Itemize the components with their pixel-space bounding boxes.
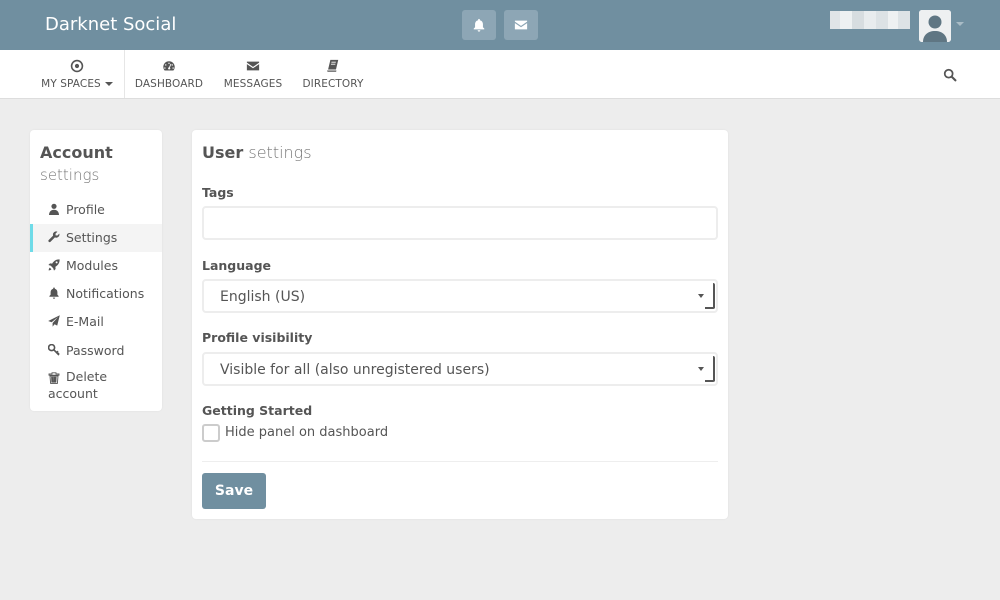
tags-input[interactable] xyxy=(202,206,718,240)
nav-messages-label: MESSAGES xyxy=(223,78,283,90)
nav-bar: MY SPACES DASHBOARD MESSAGES DIRECTORY xyxy=(0,50,1000,99)
avatar[interactable] xyxy=(919,10,951,42)
page-title: User settings xyxy=(202,143,312,162)
top-bar: Darknet Social xyxy=(0,0,1000,50)
sidebar-item-settings[interactable]: Settings xyxy=(30,224,162,252)
bell-icon xyxy=(473,18,485,32)
messages-button[interactable] xyxy=(504,10,538,40)
default-user-icon xyxy=(919,10,951,42)
nav-messages[interactable]: MESSAGES xyxy=(222,50,284,98)
username-blurred[interactable] xyxy=(830,11,910,29)
select-handle xyxy=(705,356,715,382)
save-button[interactable]: Save xyxy=(202,473,266,509)
sidebar-item-password[interactable]: Password xyxy=(30,337,162,365)
paper-plane-icon xyxy=(48,315,60,327)
language-label: Language xyxy=(202,258,272,273)
sidebar-item-label: Password xyxy=(66,343,125,358)
nav-divider xyxy=(124,50,125,98)
profile-visibility-select[interactable]: Visible for all (also unregistered users… xyxy=(202,352,718,386)
search-icon[interactable] xyxy=(943,67,957,82)
nav-my-spaces-label: MY SPACES xyxy=(41,78,101,90)
sidebar-item-email[interactable]: E-Mail xyxy=(30,308,162,336)
page-title-bold: User xyxy=(202,143,244,162)
envelope-icon xyxy=(514,20,528,30)
user-settings-panel: User settings Tags Language English (US)… xyxy=(192,130,728,519)
sidebar-item-modules[interactable]: Modules xyxy=(30,252,162,280)
sidebar-item-label: Profile xyxy=(66,202,105,217)
sidebar-item-delete-account[interactable]: Delete account xyxy=(30,365,162,407)
select-handle xyxy=(705,283,715,309)
sidebar-item-label: E-Mail xyxy=(66,314,104,329)
sidebar-item-label: Settings xyxy=(66,230,118,245)
notifications-button[interactable] xyxy=(462,10,496,40)
nav-directory[interactable]: DIRECTORY xyxy=(300,50,366,98)
sidebar-item-profile[interactable]: Profile xyxy=(30,196,162,224)
account-settings-panel: Account settings Profile Settings Module… xyxy=(30,130,162,411)
key-icon xyxy=(47,343,60,356)
hide-panel-checkbox[interactable] xyxy=(202,424,220,442)
nav-my-spaces[interactable]: MY SPACES xyxy=(34,50,120,98)
nav-dashboard[interactable]: DASHBOARD xyxy=(134,50,204,98)
page-title-light: settings xyxy=(248,143,312,162)
profile-visibility-value: Visible for all (also unregistered users… xyxy=(220,362,490,378)
brand-title[interactable]: Darknet Social xyxy=(45,14,176,35)
sidebar-item-label: Modules xyxy=(66,258,118,273)
user-icon xyxy=(48,203,60,215)
sidebar-item-label: Delete account xyxy=(48,369,108,401)
hide-panel-label[interactable]: Hide panel on dashboard xyxy=(225,425,388,440)
envelope-icon xyxy=(246,58,260,72)
wrench-icon xyxy=(48,231,60,243)
sidebar-item-notifications[interactable]: Notifications xyxy=(30,280,162,308)
nav-dashboard-label: DASHBOARD xyxy=(134,78,204,90)
book-icon xyxy=(326,58,340,72)
nav-directory-label: DIRECTORY xyxy=(302,78,364,90)
chevron-down-icon xyxy=(104,82,113,86)
rocket-icon xyxy=(48,259,60,271)
language-select[interactable]: English (US) xyxy=(202,279,718,313)
dashboard-icon xyxy=(162,58,176,72)
tags-label: Tags xyxy=(202,185,234,200)
divider xyxy=(202,461,718,462)
panel-subtitle: settings xyxy=(40,166,100,184)
user-menu-caret-icon[interactable] xyxy=(956,22,964,26)
sidebar-item-label: Notifications xyxy=(66,286,145,301)
bell-icon xyxy=(48,287,60,299)
chevron-down-icon xyxy=(698,367,704,371)
profile-visibility-label: Profile visibility xyxy=(202,330,313,345)
dot-circle-icon xyxy=(70,58,84,73)
chevron-down-icon xyxy=(698,294,704,298)
getting-started-label: Getting Started xyxy=(202,403,313,418)
panel-title: Account xyxy=(40,143,113,162)
language-select-value: English (US) xyxy=(220,289,306,305)
